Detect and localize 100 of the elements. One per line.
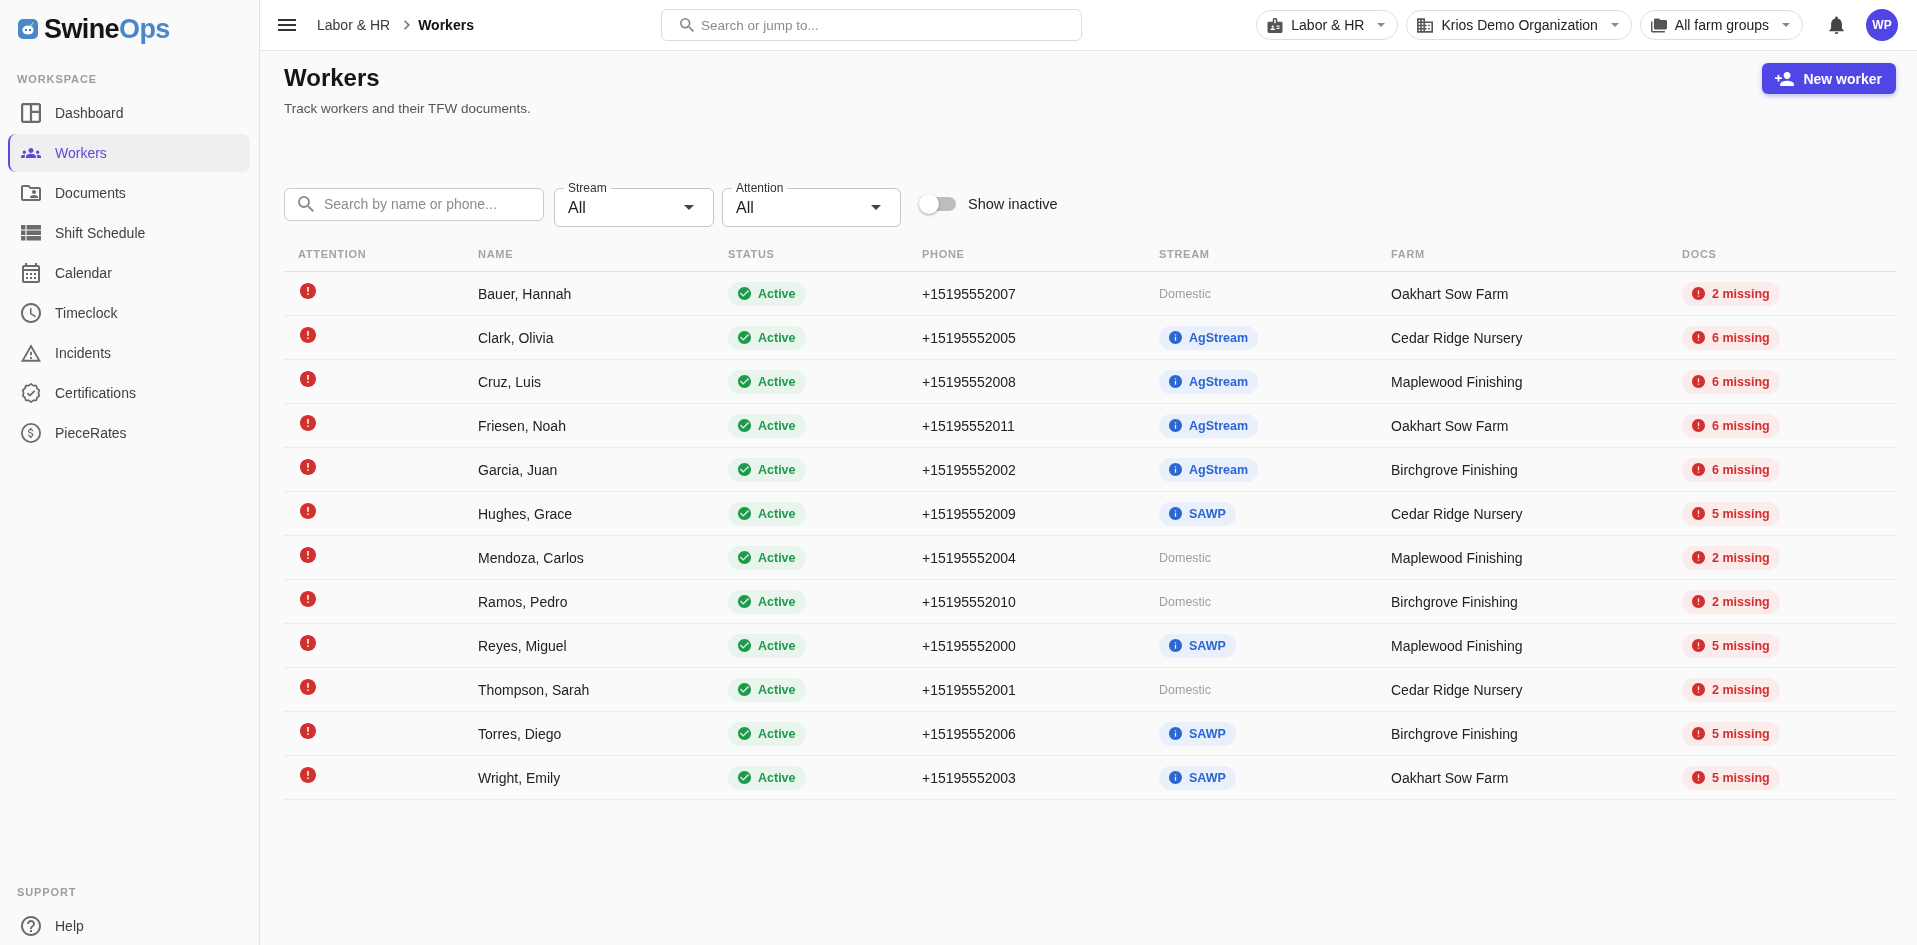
stream-text: AgStream [1189,374,1249,389]
worker-name: Cruz, Luis [478,373,542,390]
farm-name: Birchgrove Finishing [1391,593,1518,610]
caret-icon [684,205,694,210]
docs-text: 6 missing [1712,418,1770,433]
phone-number: +15195552005 [922,329,1016,346]
column-header: STATUS [728,247,775,260]
bell-icon[interactable] [1829,16,1844,34]
status-text: Active [758,462,796,477]
stream-text: Domestic [1159,594,1212,609]
people-icon [21,148,41,158]
phone-number: +15195552008 [922,373,1016,390]
info-icon [1169,507,1182,520]
context-selector[interactable]: All farm groups [1639,10,1803,40]
farm-name: Oakhart Sow Farm [1391,769,1509,786]
phone-number: +15195552001 [922,681,1016,698]
list-icon [21,225,41,241]
docs-text: 2 missing [1712,286,1770,301]
alert-icon [1692,331,1705,344]
sidebar-item[interactable]: Incidents [8,334,250,372]
building-icon [1417,17,1434,33]
sidebar-item[interactable]: Workers [8,134,250,172]
section-label: SUPPORT [16,885,78,899]
worker-name: Reyes, Miguel [478,637,567,654]
farm-name: Maplewood Finishing [1391,549,1523,566]
status-text: Active [758,770,796,785]
alert-icon [1692,507,1705,520]
status-text: Active [758,330,796,345]
sidebar-item[interactable]: Certifications [8,374,250,412]
phone-number: +15195552000 [922,637,1016,654]
worker-name: Friesen, Noah [478,417,566,434]
sidebar-item[interactable]: Timeclock [8,294,250,332]
info-icon [1169,727,1182,740]
person-add-icon [1775,71,1795,86]
context-selector[interactable]: Krios Demo Organization [1406,10,1632,40]
docs-text: 6 missing [1712,374,1770,389]
sidebar-item[interactable]: PieceRates [8,414,250,452]
search-field[interactable]: Search or jump to... [661,9,1082,41]
column-header: STREAM [1159,247,1210,260]
alert-icon [1692,639,1705,652]
docs-text: 2 missing [1712,682,1770,697]
phone-number: +15195552006 [922,725,1016,742]
info-icon [1169,771,1182,784]
caret-icon [1782,23,1790,27]
caret-icon [1610,23,1619,27]
farm-name: Maplewood Finishing [1391,373,1523,390]
farm-name: Cedar Ridge Nursery [1391,329,1523,346]
id-badge-icon [1267,17,1284,33]
new-worker-button[interactable]: New worker [1762,63,1896,94]
phone-number: +15195552010 [922,593,1016,610]
caret-icon [1377,23,1386,27]
worker-name: Mendoza, Carlos [478,549,584,566]
alert-icon [1692,419,1705,432]
phone-number: +15195552003 [922,769,1016,786]
brand-name: SwineOps [44,14,170,44]
status-text: Active [758,506,796,521]
page-subtitle: Track workers and their TFW documents. [284,100,531,118]
docs-text: 2 missing [1712,550,1770,565]
sidebar-item[interactable]: Dashboard [8,94,250,132]
sidebar-item[interactable]: Calendar [8,254,250,292]
info-icon [1169,639,1182,652]
status-text: Active [758,594,796,609]
search-icon [298,196,314,212]
status-text: Active [758,638,796,653]
stream-text: SAWP [1189,638,1226,653]
phone-number: +15195552004 [922,549,1016,566]
sidebar-item[interactable]: Documents [8,174,250,212]
info-icon [1169,375,1182,388]
column-header: PHONE [922,247,965,260]
alert-icon [1692,287,1705,300]
stream-text: AgStream [1189,418,1249,433]
status-text: Active [758,286,796,301]
breadcrumb-link[interactable]: Labor & HR [317,16,391,34]
toggle-label: Show inactive [968,196,1058,212]
phone-number: +15195552007 [922,285,1016,302]
menu-icon[interactable] [278,19,296,31]
worker-name: Garcia, Juan [478,461,558,478]
info-icon [1169,419,1182,432]
alert-icon [1692,551,1705,564]
breadcrumb-current: Workers [418,16,474,34]
sidebar-item[interactable]: Help [8,907,250,945]
farm-name: Oakhart Sow Farm [1391,417,1509,434]
docs-text: 5 missing [1712,506,1770,521]
farm-name: Cedar Ridge Nursery [1391,505,1523,522]
farm-name: Oakhart Sow Farm [1391,285,1509,302]
farm-name: Birchgrove Finishing [1391,725,1518,742]
section-label: WORKSPACE [16,72,98,86]
worker-name: Ramos, Pedro [478,593,568,610]
search-field[interactable]: Search by name or phone... [284,187,544,221]
worker-name: Clark, Olivia [478,329,554,346]
user-avatar[interactable]: WP [1866,9,1898,41]
worker-name: Wright, Emily [478,769,561,786]
docs-text: 5 missing [1712,770,1770,785]
clock-icon [21,303,41,323]
status-text: Active [758,418,796,433]
context-selector[interactable]: Labor & HR [1256,10,1399,40]
sidebar-item[interactable]: Shift Schedule [8,214,250,252]
toggle-switch[interactable] [919,194,956,214]
dollar-icon [21,423,41,443]
farm-name: Cedar Ridge Nursery [1391,681,1523,698]
